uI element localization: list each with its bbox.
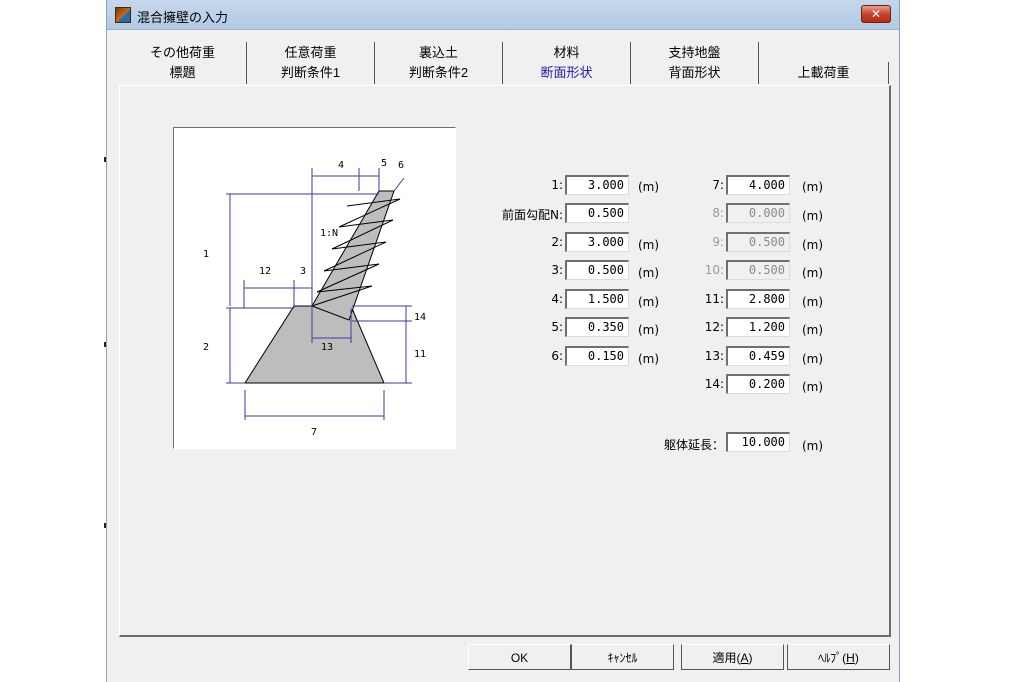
dialog-window: 混合擁壁の入力 ✕ その他荷重 任意荷重 裏込土 材料 支持地盤 標題 判断条件… [106, 0, 900, 682]
unit-3: (m) [638, 266, 660, 280]
field-label-9: 9: [712, 235, 724, 249]
tab-surcharge[interactable]: 上載荷重 [759, 62, 889, 84]
field-label-8: 8: [712, 206, 724, 220]
field-4[interactable]: 1.500 [565, 289, 629, 309]
dim-label-6: 6 [398, 160, 404, 171]
dim-label-12: 12 [259, 266, 271, 277]
section-diagram: 1 2 3 4 5 6 7 11 12 13 14 1:N [173, 127, 456, 449]
button-bar: OK ｷｬﾝｾﾙ 適用(A) ﾍﾙﾌﾟ(H) [107, 640, 899, 682]
tab-section-shape[interactable]: 断面形状 [503, 62, 631, 84]
field-label-11: 11: [704, 292, 724, 306]
field-label-7: 7: [712, 178, 724, 192]
field-label-13: 13: [704, 349, 724, 363]
wall-section-drawing: 1 2 3 4 5 6 7 11 12 13 14 1:N [203, 158, 426, 438]
apply-label-end: ) [748, 651, 753, 665]
help-button[interactable]: ﾍﾙﾌﾟ(H) [787, 644, 890, 670]
app-icon [115, 7, 131, 23]
unit-2: (m) [638, 238, 660, 252]
close-button[interactable]: ✕ [861, 5, 891, 23]
dim-label-1: 1 [203, 249, 209, 260]
dim-label-2: 2 [203, 342, 209, 353]
field-label-front-slope: 前面勾配N: [501, 208, 563, 222]
dim-label-13: 13 [321, 342, 333, 353]
apply-accelerator: A [740, 651, 749, 665]
field-front-slope[interactable]: 0.500 [565, 203, 629, 223]
dim-label-11: 11 [414, 349, 426, 360]
window-title: 混合擁壁の入力 [137, 10, 229, 25]
help-label: ﾍﾙﾌﾟ( [818, 651, 847, 665]
field-10: 0.500 [726, 260, 790, 280]
dim-label-14: 14 [414, 312, 426, 323]
field-label-6: 6: [551, 349, 563, 363]
title-bar[interactable]: 混合擁壁の入力 ✕ [107, 0, 899, 30]
field-label-12: 12: [704, 320, 724, 334]
field-label-4: 4: [551, 292, 563, 306]
apply-button[interactable]: 適用(A) [681, 644, 784, 670]
unit-13: (m) [802, 352, 824, 366]
field-9: 0.500 [726, 232, 790, 252]
field-6[interactable]: 0.150 [565, 346, 629, 366]
field-5[interactable]: 0.350 [565, 317, 629, 337]
dim-label-7: 7 [311, 427, 317, 438]
field-11[interactable]: 2.800 [726, 289, 790, 309]
tab-arbitrary-load[interactable]: 任意荷重 [247, 42, 375, 64]
tab-back-shape[interactable]: 背面形状 [631, 62, 759, 84]
dim-label-4: 4 [338, 160, 344, 171]
help-accelerator: H [846, 651, 855, 665]
unit-9: (m) [802, 238, 824, 252]
unit-6: (m) [638, 352, 660, 366]
help-label-end: ) [854, 651, 859, 665]
field-12[interactable]: 1.200 [726, 317, 790, 337]
field-label-2: 2: [551, 235, 563, 249]
unit-1: (m) [638, 180, 660, 194]
field-3[interactable]: 0.500 [565, 260, 629, 280]
body-length-field[interactable]: 10.000 [726, 432, 790, 452]
footing-shape [244, 305, 385, 384]
unit-12: (m) [802, 323, 824, 337]
field-label-5: 5: [551, 320, 563, 334]
unit-4: (m) [638, 295, 660, 309]
unit-7: (m) [802, 180, 824, 194]
tab-material[interactable]: 材料 [503, 42, 631, 64]
dim-label-3: 3 [300, 266, 306, 277]
field-label-3: 3: [551, 263, 563, 277]
cancel-button[interactable]: ｷｬﾝｾﾙ [571, 644, 674, 670]
tab-backfill[interactable]: 裏込土 [375, 42, 503, 64]
body-length-unit: (m) [802, 439, 824, 453]
unit-14: (m) [802, 380, 824, 394]
apply-label: 適用( [712, 651, 741, 665]
wall-stem-shape [311, 190, 395, 321]
tab-other-loads[interactable]: その他荷重 [119, 42, 247, 64]
unit-10: (m) [802, 266, 824, 280]
tab-judge-1[interactable]: 判断条件1 [247, 62, 375, 84]
tab-title-info[interactable]: 標題 [119, 62, 247, 84]
field-13[interactable]: 0.459 [726, 346, 790, 366]
field-2[interactable]: 3.000 [565, 232, 629, 252]
field-label-10: 10: [704, 263, 724, 277]
field-label-14: 14: [704, 377, 724, 391]
field-label-1: 1: [551, 178, 563, 192]
field-7[interactable]: 4.000 [726, 175, 790, 195]
tab-bearing-ground[interactable]: 支持地盤 [631, 42, 759, 64]
tab-judge-2[interactable]: 判断条件2 [375, 62, 503, 84]
unit-11: (m) [802, 295, 824, 309]
field-8: 0.000 [726, 203, 790, 223]
unit-8: (m) [802, 209, 824, 223]
body-length-label: 躯体延長： [663, 438, 724, 452]
dim-label-5: 5 [381, 158, 387, 169]
field-14[interactable]: 0.200 [726, 374, 790, 394]
unit-5: (m) [638, 323, 660, 337]
field-1[interactable]: 3.000 [565, 175, 629, 195]
ok-button[interactable]: OK [468, 644, 571, 670]
slope-label: 1:N [320, 228, 338, 239]
